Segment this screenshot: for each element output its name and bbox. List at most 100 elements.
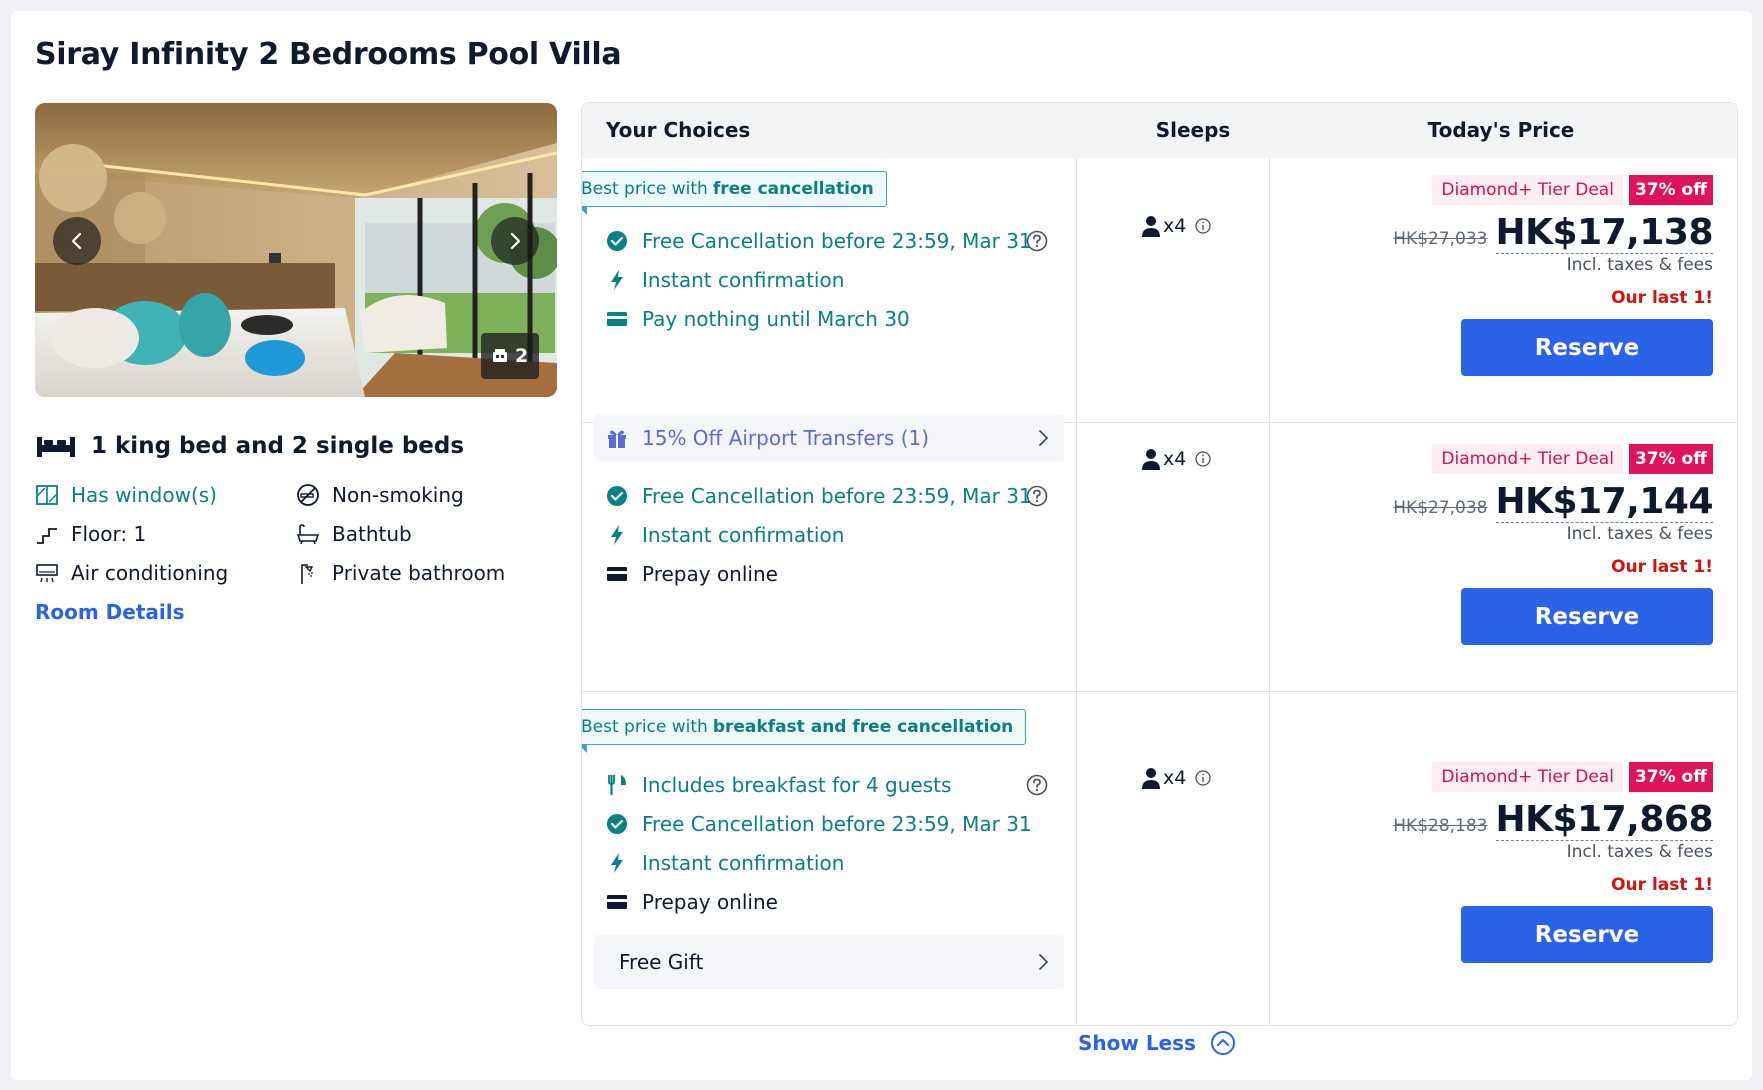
header-todays-price: Today's Price [1427, 118, 1575, 142]
lightning-icon [611, 853, 623, 873]
tier-deal-badge: Diamond+ Tier Deal 37% off [1432, 175, 1713, 205]
original-price: HK$27,033 [1393, 229, 1488, 249]
reserve-button[interactable]: Reserve [1461, 906, 1713, 963]
card-icon [607, 312, 627, 326]
original-price: HK$28,183 [1393, 816, 1488, 836]
info-icon[interactable] [1194, 450, 1212, 468]
bathtub-icon [296, 524, 320, 545]
best-price-tag-prefix: Best price with [581, 179, 708, 199]
card-icon [607, 567, 627, 581]
column-divider [1076, 158, 1077, 1025]
instant-confirmation-feature: Instant confirmation [606, 523, 844, 547]
photo-count-badge[interactable]: 2 [481, 333, 539, 379]
free-cancellation-feature: Free Cancellation before 23:59, Mar 31 [606, 812, 1032, 836]
stairs-icon [37, 528, 57, 544]
best-price-tag: Best price with breakfast and free cance… [582, 709, 1027, 753]
bed-icon [37, 437, 75, 457]
help-icon[interactable] [1026, 774, 1048, 796]
sleeps-indicator: x4 [1141, 448, 1212, 470]
amenity-floor: Floor: 1 [35, 522, 146, 546]
header-your-choices: Your Choices [606, 118, 751, 142]
free-cancellation-feature: Free Cancellation before 23:59, Mar 31 [606, 484, 1032, 508]
price-line: HK$27,033 HK$17,138 [1393, 213, 1713, 254]
person-icon [1142, 216, 1160, 237]
photo-count-text: 2 [515, 345, 529, 367]
column-divider [1269, 158, 1270, 1025]
show-less-label: Show Less [1078, 1031, 1196, 1055]
window-icon [36, 485, 58, 505]
original-price: HK$27,038 [1393, 498, 1488, 518]
show-less-button[interactable]: Show Less [1078, 1030, 1236, 1056]
chevron-right-icon [1039, 954, 1048, 970]
current-price[interactable]: HK$17,868 [1495, 800, 1713, 841]
header-sleeps: Sleeps [1155, 118, 1231, 142]
amenity-non-smoking: Non-smoking [296, 483, 464, 507]
payment-text: Pay nothing until March 30 [642, 307, 910, 331]
info-icon[interactable] [1194, 769, 1212, 787]
amenity-bathtub: Bathtub [296, 522, 412, 546]
last-room-alert: Our last 1! [1611, 875, 1713, 895]
amenity-non-smoking-label: Non-smoking [332, 483, 464, 507]
best-price-tag-bold: breakfast and free cancellation [712, 717, 1014, 737]
bed-info-text: 1 king bed and 2 single beds [91, 433, 465, 459]
current-price[interactable]: HK$17,138 [1495, 213, 1713, 254]
help-icon[interactable] [1026, 485, 1048, 507]
amenity-bathtub-label: Bathtub [332, 522, 412, 546]
amenity-window: Has window(s) [35, 483, 217, 507]
reserve-button[interactable]: Reserve [1461, 319, 1713, 376]
chevron-left-icon [71, 232, 82, 250]
person-icon [1142, 449, 1160, 470]
discount-percent: 37% off [1628, 175, 1713, 205]
photo-icon [493, 349, 507, 362]
discount-percent: 37% off [1628, 444, 1713, 474]
current-price[interactable]: HK$17,144 [1495, 482, 1713, 523]
tier-deal-label: Diamond+ Tier Deal [1432, 444, 1623, 474]
last-room-alert: Our last 1! [1611, 557, 1713, 577]
tier-deal-label: Diamond+ Tier Deal [1432, 175, 1623, 205]
lightning-icon [611, 270, 623, 290]
sleeps-count: x4 [1163, 448, 1187, 470]
info-icon[interactable] [1194, 217, 1212, 235]
instant-confirmation-feature: Instant confirmation [606, 851, 844, 875]
bed-info: 1 king bed and 2 single beds [35, 433, 464, 459]
check-circle-icon [607, 486, 627, 506]
airport-transfer-promo[interactable]: 15% Off Airport Transfers (1) [594, 414, 1064, 462]
sleeps-count: x4 [1163, 767, 1187, 789]
reserve-button[interactable]: Reserve [1461, 588, 1713, 645]
amenity-air-conditioning: Air conditioning [35, 561, 228, 585]
offers-table: Your Choices Sleeps Today's Price Best p… [581, 102, 1738, 1026]
payment-feature: Pay nothing until March 30 [606, 307, 910, 331]
photo-prev-button[interactable] [53, 217, 101, 265]
payment-feature: Prepay online [606, 890, 778, 914]
room-card: Siray Infinity 2 Bedrooms Pool Villa 2 1… [11, 11, 1752, 1080]
tier-deal-label: Diamond+ Tier Deal [1432, 762, 1623, 792]
incl-taxes: Incl. taxes & fees [1566, 524, 1713, 544]
tier-deal-badge: Diamond+ Tier Deal 37% off [1432, 444, 1713, 474]
price-line: HK$28,183 HK$17,868 [1393, 800, 1713, 841]
card-icon [607, 895, 627, 909]
gift-icon [608, 430, 626, 448]
last-room-alert: Our last 1! [1611, 288, 1713, 308]
amenity-air-conditioning-label: Air conditioning [71, 561, 229, 585]
instant-confirmation-text: Instant confirmation [642, 268, 845, 292]
amenity-window-label: Has window(s) [71, 483, 217, 507]
incl-taxes: Incl. taxes & fees [1566, 255, 1713, 275]
best-price-tag: Best price with free cancellation [581, 171, 887, 215]
payment-text: Prepay online [642, 562, 778, 586]
photo-next-button[interactable] [491, 217, 539, 265]
tier-deal-badge: Diamond+ Tier Deal 37% off [1432, 762, 1713, 792]
utensils-icon [608, 775, 626, 795]
air-conditioner-icon [36, 564, 58, 583]
room-photo[interactable]: 2 [35, 103, 557, 397]
breakfast-text: Includes breakfast for 4 guests [642, 773, 952, 797]
price-line: HK$27,038 HK$17,144 [1393, 482, 1713, 523]
amenity-floor-label: Floor: 1 [71, 522, 147, 546]
amenity-private-bathroom-label: Private bathroom [332, 561, 506, 585]
sleeps-indicator: x4 [1141, 767, 1212, 789]
free-gift-row[interactable]: Free Gift [594, 935, 1064, 989]
room-details-link[interactable]: Room Details [35, 600, 185, 624]
help-icon[interactable] [1026, 230, 1048, 252]
sleeps-count: x4 [1163, 215, 1187, 237]
sleeps-indicator: x4 [1141, 215, 1212, 237]
lightning-icon [611, 525, 623, 545]
